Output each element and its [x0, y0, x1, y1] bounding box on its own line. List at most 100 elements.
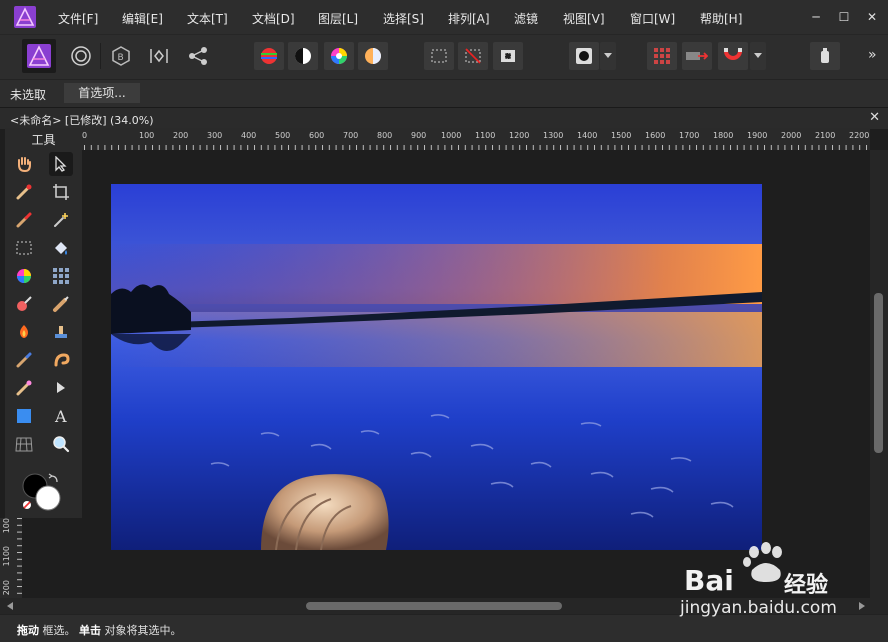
- stamp-tool-icon[interactable]: [49, 320, 73, 344]
- horizontal-ruler: 0 100 200 300 400 500 600 700 800 900 10…: [82, 128, 870, 150]
- hsl-icon[interactable]: [324, 42, 354, 70]
- ruler-label: 400: [241, 131, 257, 140]
- gradient-tool-icon[interactable]: [12, 264, 36, 288]
- selection-brush-tool-icon[interactable]: [12, 208, 36, 232]
- marquee-tool-icon[interactable]: [12, 236, 36, 260]
- tools-panel-title: 工具: [31, 133, 56, 147]
- vertical-ruler: 100 1100 200: [0, 518, 22, 598]
- text-tool-icon[interactable]: A: [49, 404, 73, 428]
- persona-develop-icon[interactable]: B: [106, 42, 136, 70]
- status-drag-text: 框选。: [42, 624, 76, 637]
- watermark-logo-cn: 经验: [784, 573, 829, 598]
- view-tool-hand-icon[interactable]: [12, 152, 36, 176]
- ruler-label: 2100: [815, 131, 836, 140]
- watermark-logo-text: Bai: [684, 564, 734, 597]
- color-picker-tool-icon[interactable]: [12, 180, 36, 204]
- menu-arrange[interactable]: 排列[A]: [448, 10, 490, 27]
- close-window-button[interactable]: ✕: [862, 8, 882, 26]
- snapping-dropdown-icon[interactable]: [750, 42, 766, 70]
- snapping-icon[interactable]: [718, 42, 748, 70]
- mesh-warp-tool-icon[interactable]: [12, 432, 36, 456]
- move-tool-icon[interactable]: [49, 152, 73, 176]
- ruler-label: 600: [309, 131, 325, 140]
- vertical-scroll-thumb[interactable]: [874, 293, 883, 453]
- mask-dropdown-icon[interactable]: [600, 42, 616, 70]
- ruler-label: 1100: [2, 546, 11, 567]
- ruler-label: 1700: [679, 131, 700, 140]
- ruler-label: 700: [343, 131, 359, 140]
- ruler-label: 1900: [747, 131, 768, 140]
- deselect-icon[interactable]: [458, 42, 488, 70]
- levels-icon[interactable]: [254, 42, 284, 70]
- scroll-left-icon[interactable]: [6, 602, 14, 610]
- ruler-label: 900: [411, 131, 427, 140]
- menu-layer[interactable]: 图层[L]: [318, 10, 358, 27]
- menu-file[interactable]: 文件[F]: [58, 10, 98, 27]
- ruler-label: 1200: [509, 131, 530, 140]
- persona-photo-icon[interactable]: [22, 39, 56, 73]
- assistant-icon[interactable]: [682, 42, 712, 70]
- status-click-label: 单击: [79, 624, 101, 637]
- ruler-label: 200: [2, 580, 11, 596]
- menu-view[interactable]: 视图[V]: [563, 10, 605, 27]
- selection-status: 未选取: [10, 88, 47, 102]
- toolbar-overflow-button[interactable]: »: [868, 47, 877, 63]
- dodge-tool-icon[interactable]: [12, 320, 36, 344]
- ruler-label: 200: [173, 131, 189, 140]
- preferences-button[interactable]: 首选项...: [64, 83, 140, 103]
- rectangle-tool-icon[interactable]: [12, 404, 36, 428]
- toolbar: B »: [0, 34, 888, 79]
- context-toolbar: 未选取 首选项...: [0, 79, 888, 107]
- persona-tone-map-icon[interactable]: [144, 42, 174, 70]
- black-white-icon[interactable]: [288, 42, 318, 70]
- svg-text:B: B: [118, 53, 124, 63]
- seashore-photo[interactable]: [111, 184, 762, 550]
- persona-liquify-icon[interactable]: [66, 42, 96, 70]
- mask-icon[interactable]: [569, 42, 599, 70]
- ruler-label: 800: [377, 131, 393, 140]
- document-tab[interactable]: <未命名> [已修改] (34.0%) ✕: [0, 107, 888, 129]
- persona-export-icon[interactable]: [183, 42, 213, 70]
- paint-brush-tool-icon[interactable]: [12, 292, 36, 316]
- clone-tool-icon[interactable]: [49, 292, 73, 316]
- ruler-label: 1400: [577, 131, 598, 140]
- horizontal-scroll-thumb[interactable]: [306, 602, 562, 610]
- ruler-label: 100: [2, 518, 11, 534]
- ruler-label: 500: [275, 131, 291, 140]
- marquee-icon[interactable]: [424, 42, 454, 70]
- pen-tablet-icon[interactable]: [810, 42, 840, 70]
- menu-filters[interactable]: 滤镜: [514, 10, 538, 27]
- ruler-label: 300: [207, 131, 223, 140]
- healing-brush-tool-icon[interactable]: [12, 376, 36, 400]
- document-title: <未命名> [已修改] (34.0%): [10, 114, 154, 127]
- liquify-tool-icon[interactable]: [49, 348, 73, 372]
- pixel-grid-tool-icon[interactable]: [49, 264, 73, 288]
- menu-edit[interactable]: 编辑[E]: [122, 10, 163, 27]
- color-swatches[interactable]: [21, 472, 65, 512]
- white-balance-icon[interactable]: [358, 42, 388, 70]
- menu-text[interactable]: 文本[T]: [187, 10, 228, 27]
- zoom-tool-icon[interactable]: [49, 432, 73, 456]
- fill-tool-icon[interactable]: [49, 236, 73, 260]
- app-logo-icon[interactable]: [14, 6, 36, 28]
- node-tool-icon[interactable]: [49, 376, 73, 400]
- tools-panel: 工具 A: [5, 128, 82, 518]
- scroll-right-icon[interactable]: [858, 602, 866, 610]
- menu-bar: 文件[F] 编辑[E] 文本[T] 文档[D] 图层[L] 选择[S] 排列[A…: [0, 0, 888, 34]
- menu-help[interactable]: 帮助[H]: [700, 10, 742, 27]
- menu-window[interactable]: 窗口[W]: [630, 10, 675, 27]
- maximize-button[interactable]: ☐: [834, 8, 854, 26]
- menu-document[interactable]: 文档[D]: [252, 10, 295, 27]
- crop-tool-icon[interactable]: [49, 180, 73, 204]
- flood-select-tool-icon[interactable]: [49, 208, 73, 232]
- close-document-button[interactable]: ✕: [869, 110, 880, 125]
- minimize-button[interactable]: ─: [806, 8, 826, 26]
- smudge-tool-icon[interactable]: [12, 348, 36, 372]
- invert-selection-icon[interactable]: [493, 42, 523, 70]
- status-hint: 拖动 框选。 单击 对象将其选中。: [17, 622, 182, 638]
- grid-icon[interactable]: [647, 42, 677, 70]
- menu-select[interactable]: 选择[S]: [383, 10, 424, 27]
- ruler-label: 0: [82, 131, 88, 140]
- ruler-label: 2200: [849, 131, 870, 140]
- ruler-label: 100: [139, 131, 155, 140]
